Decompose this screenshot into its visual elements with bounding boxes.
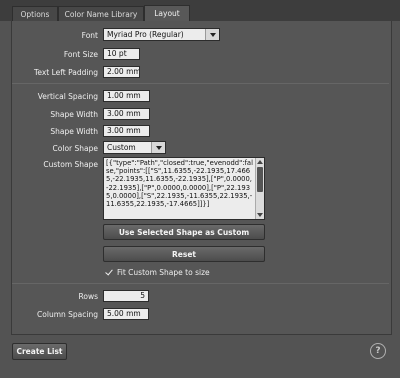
color-shape-value: Custom (107, 143, 136, 152)
tab-layout-label: Layout (154, 9, 180, 18)
shape-width-2-field[interactable]: 3.00 mm (103, 125, 150, 137)
column-spacing-field[interactable]: 5.00 mm (103, 308, 149, 320)
color-shape-dropdown[interactable]: Custom (103, 141, 166, 154)
shape-width-label: Shape Width (50, 110, 98, 119)
font-label: Font (81, 31, 98, 40)
vertical-spacing-field[interactable]: 1.00 mm (103, 90, 150, 102)
color-shape-label: Color Shape (52, 144, 98, 153)
chevron-down-icon (151, 142, 165, 153)
custom-shape-label: Custom Shape (43, 160, 98, 169)
help-icon[interactable]: ? (370, 343, 386, 359)
tab-bar: Options Color Name Library Layout (0, 0, 400, 21)
use-selected-shape-button[interactable]: Use Selected Shape as Custom (103, 224, 265, 240)
custom-shape-text: [{"type":"Path","closed":true,"evenodd":… (106, 159, 253, 209)
font-size-field[interactable]: 10 pt (103, 48, 140, 60)
tab-options-label: Options (20, 9, 50, 19)
custom-shape-textarea[interactable]: [{"type":"Path","closed":true,"evenodd":… (103, 157, 265, 220)
checkmark-icon[interactable] (105, 269, 113, 277)
font-dropdown[interactable]: Myriad Pro (Regular) (103, 28, 220, 41)
divider (12, 83, 389, 84)
scroll-thumb[interactable] (257, 167, 263, 192)
tab-color-name-library[interactable]: Color Name Library (58, 6, 144, 21)
shape-width-field[interactable]: 3.00 mm (103, 108, 150, 120)
tab-color-name-library-label: Color Name Library (64, 9, 138, 19)
scroll-up-icon[interactable] (257, 160, 263, 164)
column-spacing-label: Column Spacing (37, 310, 98, 319)
tab-options[interactable]: Options (12, 6, 58, 21)
font-value: Myriad Pro (Regular) (107, 30, 184, 39)
fit-custom-shape-label: Fit Custom Shape to size (117, 268, 210, 277)
font-size-label: Font Size (63, 50, 98, 59)
rows-field[interactable]: 5 (103, 290, 149, 302)
reset-button[interactable]: Reset (103, 246, 265, 262)
scroll-down-icon[interactable] (257, 213, 263, 217)
custom-shape-scrollbar[interactable] (255, 158, 264, 219)
text-left-padding-label: Text Left Padding (34, 68, 98, 77)
vertical-spacing-label: Vertical Spacing (37, 92, 98, 101)
rows-label: Rows (78, 292, 98, 301)
text-left-padding-field[interactable]: 2.00 mm (103, 66, 140, 78)
divider (12, 283, 389, 284)
shape-width-2-label: Shape Width (50, 127, 98, 136)
chevron-down-icon (205, 29, 219, 40)
tab-layout[interactable]: Layout (144, 5, 190, 21)
create-list-button[interactable]: Create List (12, 343, 67, 360)
help-glyph: ? (375, 346, 381, 356)
fit-custom-shape-row[interactable]: Fit Custom Shape to size (105, 268, 210, 277)
